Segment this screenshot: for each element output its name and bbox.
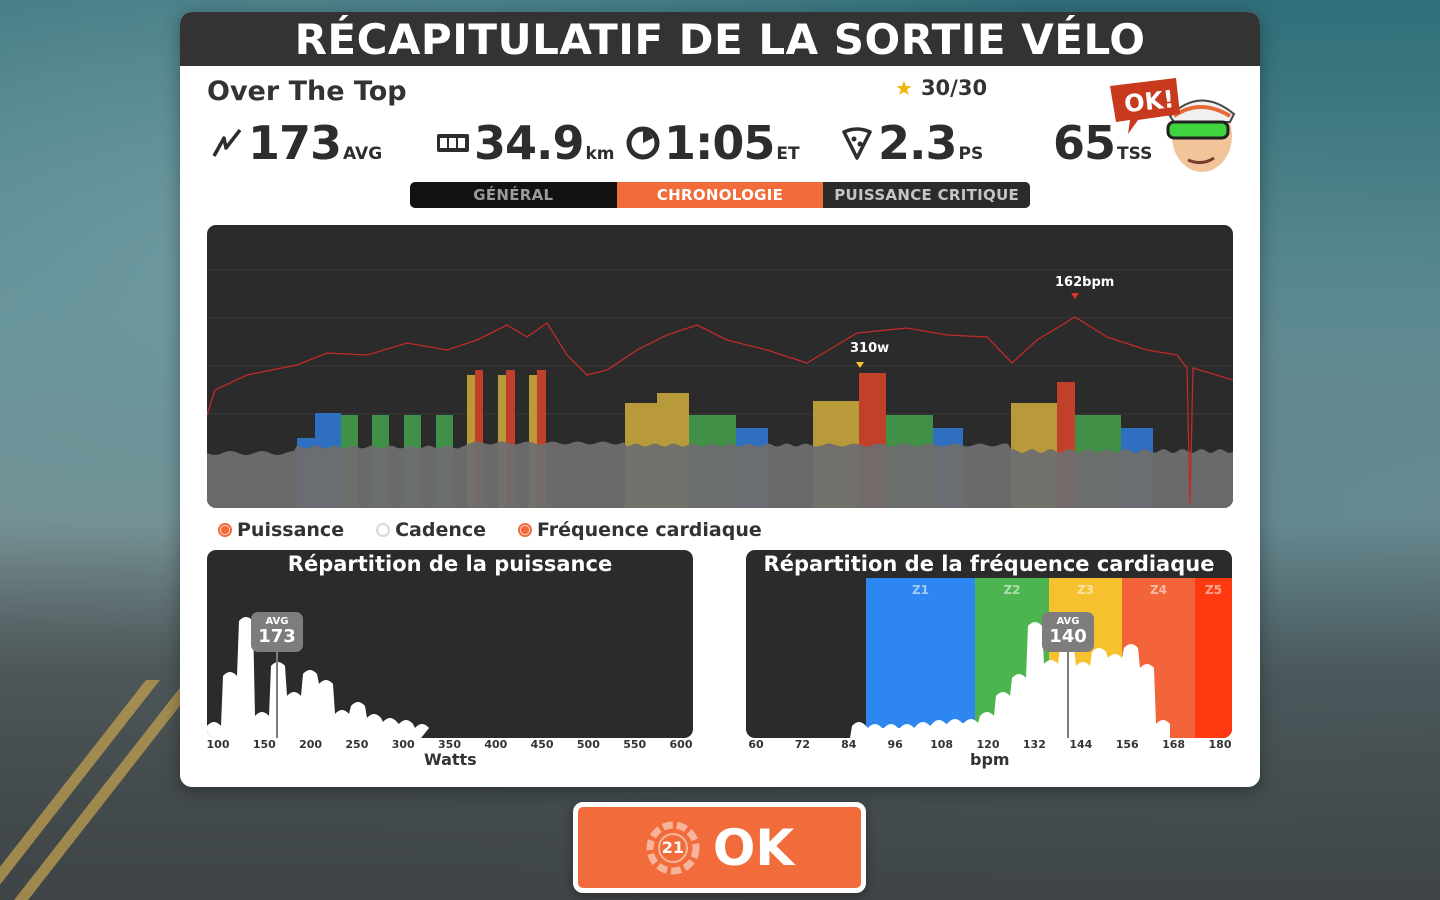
chart-legend: Puissance Cadence Fréquence cardiaque bbox=[218, 519, 762, 541]
power-avg-badge: AVG 173 bbox=[251, 612, 303, 652]
power-axis-tick: 500 bbox=[576, 738, 600, 751]
star-icon: ★ bbox=[895, 76, 913, 100]
toggle-dot bbox=[218, 523, 232, 537]
hr-zone-label: Z1 bbox=[912, 583, 929, 597]
route-name: Over The Top bbox=[207, 76, 407, 107]
coach-avatar: OK! bbox=[1110, 78, 1236, 172]
power-axis-tick: 150 bbox=[252, 738, 276, 751]
road-marking bbox=[14, 680, 200, 900]
power-peak-marker bbox=[856, 362, 864, 368]
hr-axis-tick: 72 bbox=[794, 738, 811, 751]
stat-elapsed-time: 1:05 ET bbox=[626, 116, 800, 170]
stat-avg-power: 173 AVG bbox=[210, 116, 382, 170]
hr-axis-tick: 108 bbox=[930, 738, 954, 751]
pizza-icon bbox=[842, 127, 872, 160]
power-peak-label: 310w bbox=[850, 341, 890, 356]
power-axis-title: Watts bbox=[424, 750, 477, 769]
route-stars: ★ 30/30 bbox=[895, 76, 987, 100]
ok-button-label: OK bbox=[712, 818, 795, 877]
stat-pizza-slices: 2.3 PS bbox=[840, 116, 983, 170]
hr-axis-tick: 180 bbox=[1208, 738, 1232, 751]
hr-avg-badge: AVG 140 bbox=[1042, 612, 1094, 652]
power-axis-tick: 250 bbox=[345, 738, 369, 751]
power-axis-tick: 450 bbox=[530, 738, 554, 751]
countdown-value: 21 bbox=[661, 837, 684, 857]
tab-puissance-critique[interactable]: PUISSANCE CRITIQUE bbox=[823, 182, 1030, 208]
power-axis-tick: 100 bbox=[206, 738, 230, 751]
hr-peak-label: 162bpm bbox=[1055, 275, 1115, 290]
hr-histogram: Z1 Z2 Z3 Z4 Z5 bbox=[850, 578, 1232, 738]
hr-axis-tick: 84 bbox=[841, 738, 857, 751]
legend-power-toggle[interactable]: Puissance bbox=[218, 519, 344, 541]
road-marking bbox=[0, 680, 160, 900]
hr-distribution-chart: Z1 Z2 Z3 Z4 Z5 Répartition de la fréquence c… bbox=[746, 550, 1232, 738]
countdown-icon: 21 bbox=[645, 820, 701, 876]
legend-cadence-toggle[interactable]: Cadence bbox=[376, 519, 486, 541]
hr-zone-label: Z4 bbox=[1150, 583, 1167, 597]
legend-heart-rate-toggle[interactable]: Fréquence cardiaque bbox=[518, 519, 762, 541]
tab-general[interactable]: GÉNÉRAL bbox=[410, 182, 617, 208]
hr-axis-tick: 144 bbox=[1069, 738, 1093, 751]
power-distribution-chart: Répartition de la puissance AVG 173 bbox=[207, 550, 693, 738]
power-icon bbox=[212, 128, 242, 157]
hr-distribution-title: Répartition de la fréquence cardiaque bbox=[763, 552, 1215, 576]
stars-count: 30/30 bbox=[920, 76, 988, 100]
power-axis-tick: 300 bbox=[391, 738, 415, 751]
hr-zone-label: Z5 bbox=[1205, 583, 1222, 597]
hr-axis-tick: 132 bbox=[1022, 738, 1046, 751]
hr-axis-tick: 96 bbox=[887, 738, 903, 751]
ride-timeline-chart: 310w 162bpm bbox=[207, 225, 1233, 508]
hr-axis-tick: 168 bbox=[1162, 738, 1186, 751]
power-axis-tick: 600 bbox=[669, 738, 693, 751]
hr-zone-label: Z3 bbox=[1077, 583, 1094, 597]
hr-zone-band bbox=[1195, 578, 1232, 738]
hr-axis-tick: 156 bbox=[1115, 738, 1139, 751]
hr-zone-band bbox=[866, 578, 975, 738]
ride-summary-panel: RÉCAPITULATIF DE LA SORTIE VÉLO Over The… bbox=[180, 12, 1260, 787]
toggle-dot bbox=[518, 523, 533, 537]
toggle-dot bbox=[376, 523, 391, 537]
timeline-svg bbox=[207, 269, 1233, 508]
stat-distance: 34.9 km bbox=[436, 116, 615, 170]
power-axis-tick: 550 bbox=[623, 738, 647, 751]
hr-zone-label: Z2 bbox=[1003, 583, 1020, 597]
ok-button[interactable]: 21 OK bbox=[573, 802, 866, 893]
hr-axis-tick: 60 bbox=[748, 738, 764, 751]
power-distribution-title: Répartition de la puissance bbox=[287, 552, 613, 576]
coach-speech: OK! bbox=[1123, 85, 1176, 118]
power-axis-tick: 400 bbox=[484, 738, 508, 751]
odometer-icon bbox=[437, 134, 469, 152]
tab-chronologie[interactable]: CHRONOLOGIE bbox=[616, 182, 824, 208]
hr-peak-marker bbox=[1071, 293, 1079, 299]
page-title: RÉCAPITULATIF DE LA SORTIE VÉLO bbox=[294, 14, 1146, 64]
hr-axis-title: bpm bbox=[970, 750, 1010, 769]
summary-tabs: GÉNÉRAL CHRONOLOGIE PUISSANCE CRITIQUE bbox=[410, 182, 1030, 208]
panel-header: RÉCAPITULATIF DE LA SORTIE VÉLO bbox=[180, 12, 1260, 66]
ride-stats: 173 AVG 34.9 km 1:05 ET 2.3 PS 65 TSS bbox=[180, 116, 1260, 176]
clock-icon bbox=[626, 126, 660, 160]
power-axis-tick: 200 bbox=[299, 738, 323, 751]
